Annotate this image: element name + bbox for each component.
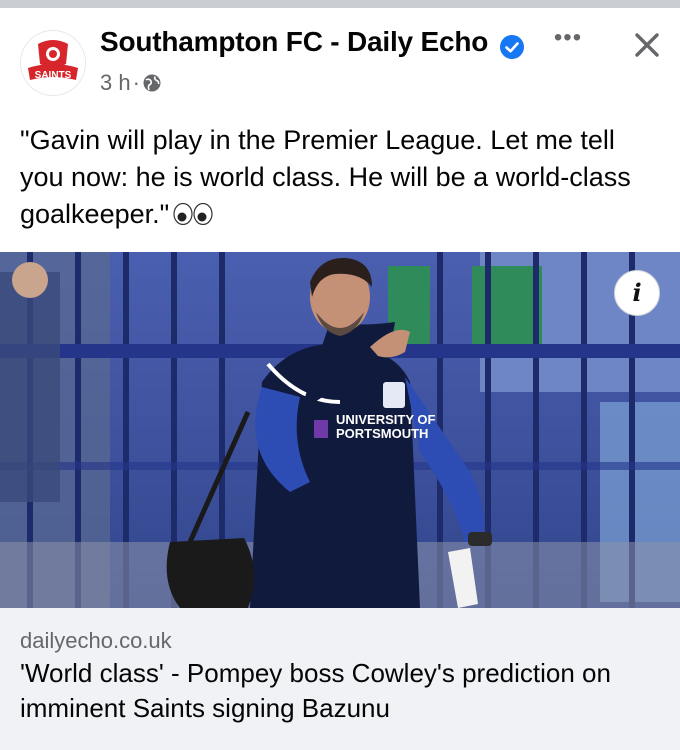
photo-illustration: UNIVERSITY OF PORTSMOUTH [0, 252, 680, 608]
post-photo[interactable]: UNIVERSITY OF PORTSMOUTH i [0, 252, 680, 608]
post-header: SAINTS Southampton FC - Daily Echo 3 h· … [0, 8, 680, 108]
post-text: "Gavin will play in the Premier League. … [20, 122, 660, 233]
close-icon[interactable] [630, 28, 664, 62]
page-name[interactable]: Southampton FC - Daily Echo [100, 26, 488, 58]
info-icon[interactable]: i [614, 270, 660, 316]
more-options-icon[interactable]: ••• [552, 26, 584, 54]
link-domain: dailyecho.co.uk [20, 628, 172, 653]
shirt-sponsor-line2: PORTSMOUTH [336, 426, 428, 441]
shirt-sponsor-line1: UNIVERSITY OF [336, 412, 436, 427]
saints-logo: SAINTS [21, 31, 85, 95]
logo-text: SAINTS [35, 70, 72, 81]
eyes-emoji-icon [173, 198, 213, 226]
meta-separator: · [132, 70, 140, 95]
link-preview[interactable]: dailyecho.co.uk 'World class' - Pompey b… [0, 608, 680, 750]
page-avatar[interactable]: SAINTS [20, 30, 86, 96]
post-message: "Gavin will play in the Premier League. … [20, 125, 631, 229]
verified-badge-icon [500, 35, 524, 59]
post-meta: 3 h· [100, 70, 162, 96]
link-headline[interactable]: 'World class' - Pompey boss Cowley's pre… [20, 656, 660, 726]
top-divider [0, 0, 680, 8]
post-time[interactable]: 3 h [100, 70, 131, 95]
globe-icon [142, 73, 162, 93]
